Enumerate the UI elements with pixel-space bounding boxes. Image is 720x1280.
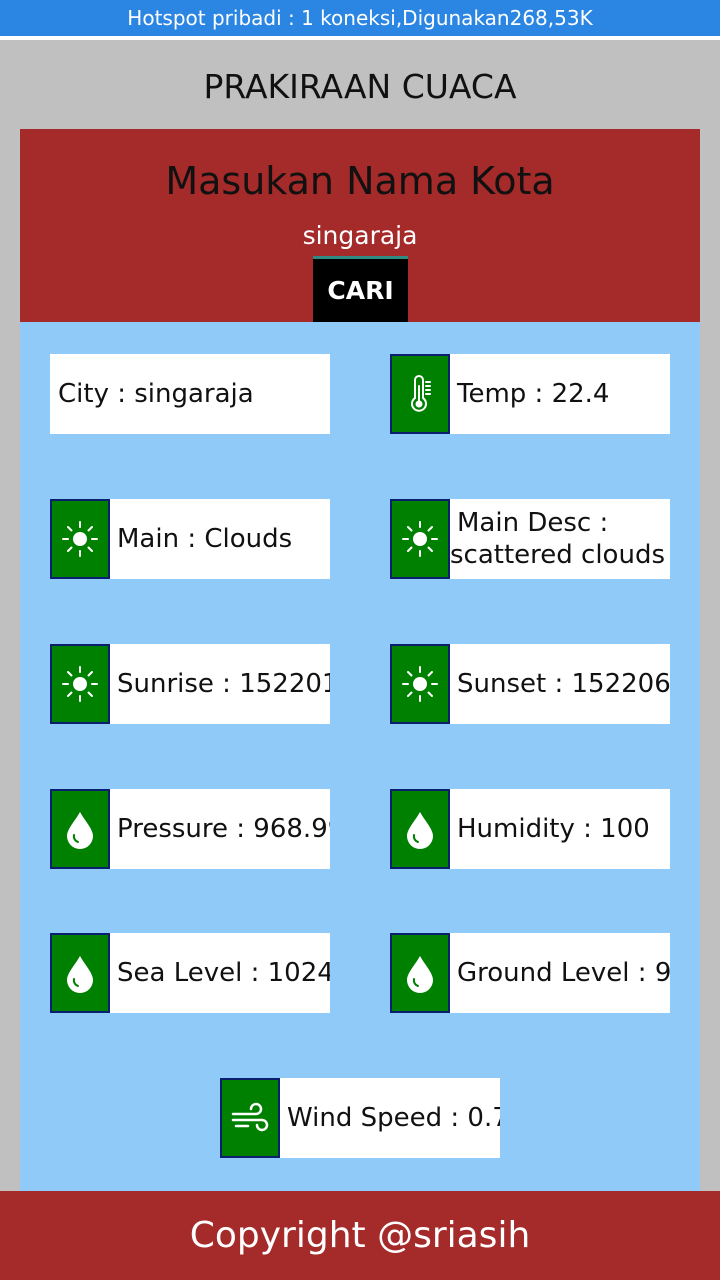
sun-icon xyxy=(50,499,110,579)
temp-card: Temp : 22.4 xyxy=(390,354,670,434)
search-panel: Masukan Nama Kota CARI xyxy=(20,129,700,322)
ground-level-value: Ground Level : 96 xyxy=(457,958,670,988)
sun-icon xyxy=(50,644,110,724)
sun-icon xyxy=(390,644,450,724)
sunrise-card: Sunrise : 1522016 xyxy=(50,644,330,724)
sun-icon xyxy=(390,499,450,579)
water-drop-icon xyxy=(390,789,450,869)
app-title: PRAKIRAAN CUACA xyxy=(203,67,517,106)
wind-speed-card: Wind Speed : 0.71 xyxy=(220,1078,500,1158)
humidity-value: Humidity : 100 xyxy=(457,814,650,844)
water-drop-icon xyxy=(50,789,110,869)
sea-level-card: Sea Level : 1024. xyxy=(50,933,330,1013)
city-input-label: Masukan Nama Kota xyxy=(165,159,555,203)
city-value: City : singaraja xyxy=(58,379,254,409)
status-bar: Hotspot pribadi : 1 koneksi,Digunakan268… xyxy=(0,0,720,36)
sunset-value: Sunset : 1522060 xyxy=(457,669,670,699)
sunset-card: Sunset : 1522060 xyxy=(390,644,670,724)
wind-icon xyxy=(220,1078,280,1158)
status-bar-text: Hotspot pribadi : 1 koneksi,Digunakan268… xyxy=(127,6,593,30)
thermometer-icon xyxy=(390,354,450,434)
pressure-card: Pressure : 968.99 xyxy=(50,789,330,869)
search-button[interactable]: CARI xyxy=(313,256,408,322)
copyright-text: Copyright @sriasih xyxy=(189,1215,531,1256)
sea-level-value: Sea Level : 1024. xyxy=(117,958,330,988)
status-bar-divider xyxy=(0,36,720,40)
main-card: Main : Clouds xyxy=(50,499,330,579)
main-desc-value: Main Desc : scattered clouds xyxy=(450,508,665,570)
temp-value: Temp : 22.4 xyxy=(457,379,610,409)
city-input[interactable] xyxy=(260,215,460,255)
water-drop-icon xyxy=(50,933,110,1013)
sunrise-value: Sunrise : 1522016 xyxy=(117,669,330,699)
humidity-card: Humidity : 100 xyxy=(390,789,670,869)
city-card: City : singaraja xyxy=(50,354,330,434)
water-drop-icon xyxy=(390,933,450,1013)
footer: Copyright @sriasih xyxy=(0,1191,720,1280)
pressure-value: Pressure : 968.99 xyxy=(117,814,330,844)
main-desc-card: Main Desc : scattered clouds xyxy=(390,499,670,579)
ground-level-card: Ground Level : 96 xyxy=(390,933,670,1013)
weather-results-panel: City : singaraja Temp : 22.4 Main : Clou… xyxy=(20,322,700,1191)
main-value: Main : Clouds xyxy=(117,524,293,554)
wind-speed-value: Wind Speed : 0.71 xyxy=(287,1103,500,1133)
